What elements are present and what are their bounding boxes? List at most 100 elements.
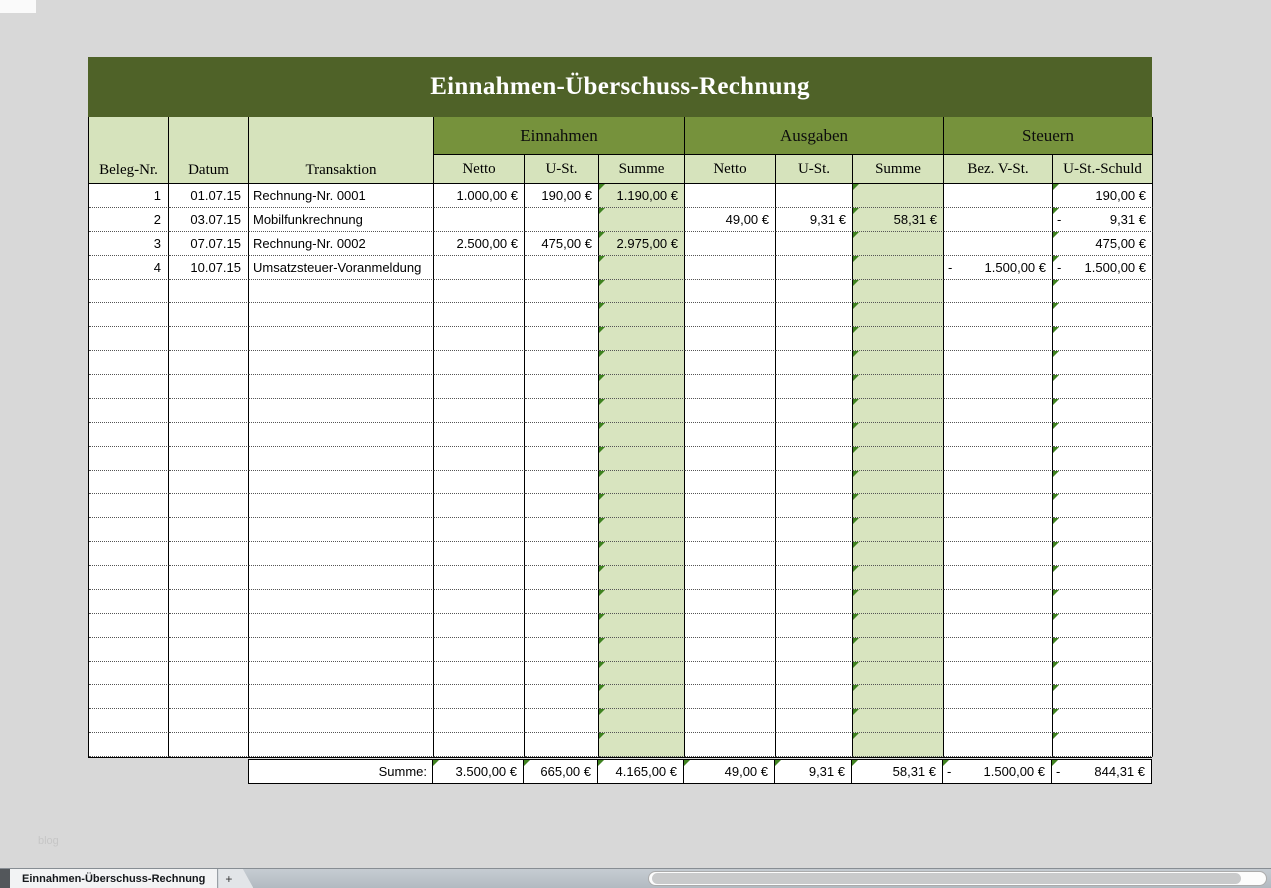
cell-beleg-row9[interactable] xyxy=(89,375,169,399)
cell-bez-vst-row10[interactable] xyxy=(944,399,1053,423)
cell-datum-row15[interactable] xyxy=(169,518,249,542)
cell-datum-row9[interactable] xyxy=(169,375,249,399)
cell-a-ust-row2[interactable]: 9,31 € xyxy=(776,208,853,232)
cell-a-netto-row15[interactable] xyxy=(685,518,776,542)
cell-transaktion-row24[interactable] xyxy=(249,733,434,757)
cell-a-ust-row23[interactable] xyxy=(776,709,853,733)
cell-a-netto-row24[interactable] xyxy=(685,733,776,757)
cell-beleg-row19[interactable] xyxy=(89,614,169,638)
cell-a-ust-row5[interactable] xyxy=(776,280,853,304)
cell-e-summe-row24[interactable] xyxy=(599,733,685,757)
cell-e-netto-row20[interactable] xyxy=(434,638,525,662)
group-header-ausgaben[interactable]: Ausgaben xyxy=(685,117,944,155)
cell-e-netto-row8[interactable] xyxy=(434,351,525,375)
cell-a-netto-row21[interactable] xyxy=(685,662,776,686)
cell-ust-schuld-row10[interactable] xyxy=(1053,399,1153,423)
cell-transaktion-row4[interactable]: Umsatzsteuer-Voranmeldung xyxy=(249,256,434,280)
cell-beleg-row4[interactable]: 4 xyxy=(89,256,169,280)
cell-a-ust-row21[interactable] xyxy=(776,662,853,686)
cell-transaktion-row8[interactable] xyxy=(249,351,434,375)
cell-bez-vst-row23[interactable] xyxy=(944,709,1053,733)
cell-a-ust-row8[interactable] xyxy=(776,351,853,375)
cell-bez-vst-row15[interactable] xyxy=(944,518,1053,542)
cell-a-netto-row18[interactable] xyxy=(685,590,776,614)
cell-a-summe-row20[interactable] xyxy=(853,638,944,662)
cell-ust-schuld-row12[interactable] xyxy=(1053,447,1153,471)
cell-e-summe-row7[interactable] xyxy=(599,327,685,351)
cell-bez-vst-row24[interactable] xyxy=(944,733,1053,757)
cell-a-ust-row1[interactable] xyxy=(776,184,853,208)
cell-beleg-row7[interactable] xyxy=(89,327,169,351)
cell-e-ust-row2[interactable] xyxy=(525,208,599,232)
cell-transaktion-row14[interactable] xyxy=(249,494,434,518)
column-header-bez-vst[interactable]: Bez. V-St. xyxy=(944,155,1053,184)
cell-datum-row5[interactable] xyxy=(169,280,249,304)
cell-bez-vst-row5[interactable] xyxy=(944,280,1053,304)
cell-a-ust-row17[interactable] xyxy=(776,566,853,590)
cell-transaktion-row3[interactable]: Rechnung-Nr. 0002 xyxy=(249,232,434,256)
cell-a-netto-row1[interactable] xyxy=(685,184,776,208)
cell-e-ust-row21[interactable] xyxy=(525,662,599,686)
cell-e-summe-row3[interactable]: 2.975,00 € xyxy=(599,232,685,256)
column-header-ausgaben-ust[interactable]: U-St. xyxy=(776,155,853,184)
cell-ust-schuld-row11[interactable] xyxy=(1053,423,1153,447)
cell-ust-schuld-row9[interactable] xyxy=(1053,375,1153,399)
cell-a-netto-row23[interactable] xyxy=(685,709,776,733)
cell-a-ust-row19[interactable] xyxy=(776,614,853,638)
cell-bez-vst-row4[interactable]: -1.500,00 € xyxy=(944,256,1053,280)
cell-datum-row21[interactable] xyxy=(169,662,249,686)
cell-transaktion-row5[interactable] xyxy=(249,280,434,304)
cell-datum-row12[interactable] xyxy=(169,447,249,471)
cell-e-summe-row11[interactable] xyxy=(599,423,685,447)
cell-e-summe-row13[interactable] xyxy=(599,471,685,495)
cell-a-summe-row23[interactable] xyxy=(853,709,944,733)
cell-transaktion-row1[interactable]: Rechnung-Nr. 0001 xyxy=(249,184,434,208)
cell-a-summe-row8[interactable] xyxy=(853,351,944,375)
horizontal-scrollbar[interactable] xyxy=(648,871,1267,886)
cell-e-netto-row15[interactable] xyxy=(434,518,525,542)
cell-bez-vst-row7[interactable] xyxy=(944,327,1053,351)
cell-a-ust-row14[interactable] xyxy=(776,494,853,518)
cell-datum-row17[interactable] xyxy=(169,566,249,590)
cell-e-ust-row22[interactable] xyxy=(525,685,599,709)
cell-ust-schuld-row3[interactable]: 475,00 € xyxy=(1053,232,1153,256)
cell-transaktion-row13[interactable] xyxy=(249,471,434,495)
cell-e-netto-row6[interactable] xyxy=(434,303,525,327)
cell-e-ust-row15[interactable] xyxy=(525,518,599,542)
cell-a-netto-row17[interactable] xyxy=(685,566,776,590)
cell-e-summe-row21[interactable] xyxy=(599,662,685,686)
cell-a-summe-row2[interactable]: 58,31 € xyxy=(853,208,944,232)
cell-e-netto-row18[interactable] xyxy=(434,590,525,614)
cell-e-summe-row20[interactable] xyxy=(599,638,685,662)
cell-beleg-row8[interactable] xyxy=(89,351,169,375)
add-sheet-tab[interactable]: + xyxy=(218,869,253,888)
cell-e-netto-row17[interactable] xyxy=(434,566,525,590)
cell-a-summe-row22[interactable] xyxy=(853,685,944,709)
summary-cell-ust-schuld[interactable]: - 844,31 € xyxy=(1052,759,1152,784)
cell-transaktion-row17[interactable] xyxy=(249,566,434,590)
cell-beleg-row2[interactable]: 2 xyxy=(89,208,169,232)
cell-beleg-row11[interactable] xyxy=(89,423,169,447)
cell-datum-row23[interactable] xyxy=(169,709,249,733)
cell-e-netto-row10[interactable] xyxy=(434,399,525,423)
cell-datum-row14[interactable] xyxy=(169,494,249,518)
column-header-einnahmen-netto[interactable]: Netto xyxy=(434,155,525,184)
cell-datum-row3[interactable]: 07.07.15 xyxy=(169,232,249,256)
cell-e-netto-row7[interactable] xyxy=(434,327,525,351)
summary-cell-einnahmen-summe[interactable]: 4.165,00 € xyxy=(598,759,684,784)
cell-e-netto-row14[interactable] xyxy=(434,494,525,518)
cell-a-summe-row13[interactable] xyxy=(853,471,944,495)
cell-datum-row4[interactable]: 10.07.15 xyxy=(169,256,249,280)
cell-bez-vst-row13[interactable] xyxy=(944,471,1053,495)
cell-transaktion-row21[interactable] xyxy=(249,662,434,686)
cell-a-netto-row6[interactable] xyxy=(685,303,776,327)
cell-ust-schuld-row23[interactable] xyxy=(1053,709,1153,733)
cell-e-summe-row8[interactable] xyxy=(599,351,685,375)
cell-beleg-row18[interactable] xyxy=(89,590,169,614)
cell-a-ust-row20[interactable] xyxy=(776,638,853,662)
cell-a-netto-row7[interactable] xyxy=(685,327,776,351)
column-header-ausgaben-netto[interactable]: Netto xyxy=(685,155,776,184)
cell-bez-vst-row8[interactable] xyxy=(944,351,1053,375)
cell-e-summe-row17[interactable] xyxy=(599,566,685,590)
cell-a-netto-row9[interactable] xyxy=(685,375,776,399)
